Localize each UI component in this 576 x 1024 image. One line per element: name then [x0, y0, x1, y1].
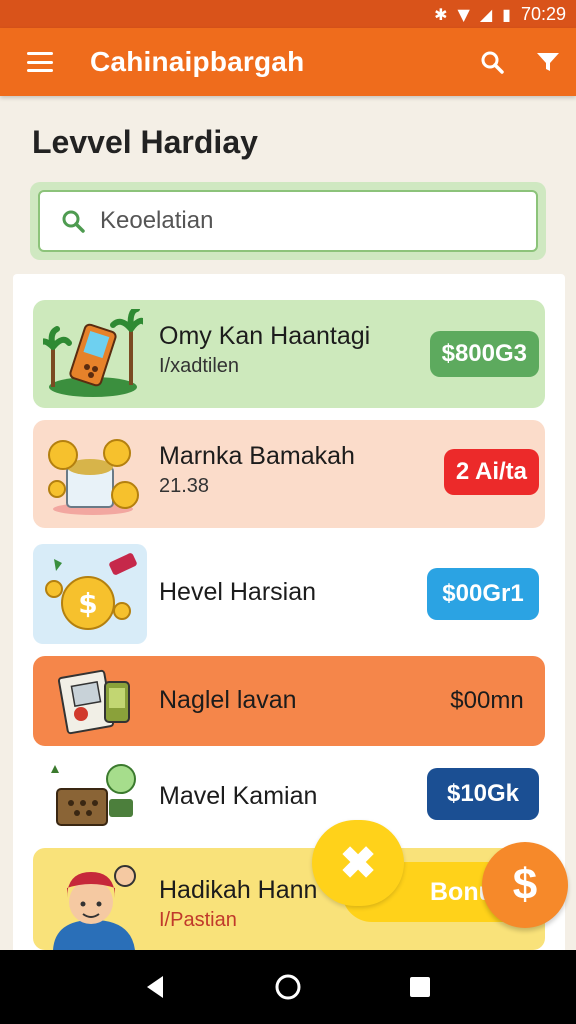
- list-item[interactable]: Naglel lavan $00mn: [33, 656, 545, 746]
- price-badge: 2 Ai/ta: [443, 449, 539, 495]
- back-icon: [147, 976, 163, 998]
- phone-island-icon: [39, 308, 147, 400]
- dollar-coin-button[interactable]: $: [482, 842, 568, 928]
- search-input[interactable]: Keoelatian: [38, 190, 538, 252]
- price-badge: $10Gk: [427, 768, 539, 820]
- list-item[interactable]: Omy Kan Haantagi I/xadtilen $800G3: [33, 300, 545, 408]
- filter-icon: [537, 53, 559, 71]
- coin-bucket-icon: [39, 428, 147, 520]
- wifi-icon: ▼: [457, 4, 470, 24]
- filter-button[interactable]: [520, 28, 576, 96]
- search-container: Keoelatian: [30, 182, 546, 260]
- system-nav-bar: [0, 950, 576, 1024]
- battery-icon: ▮: [502, 4, 511, 24]
- status-time: 70:29: [520, 3, 566, 24]
- bonus-widget[interactable]: Bonus ✖ $: [312, 820, 572, 940]
- list-item-title: Mavel Kamian: [159, 782, 318, 810]
- search-icon: [481, 51, 504, 74]
- bonus-bubble-icon: ✖: [312, 820, 404, 906]
- money-bag-icon: $: [33, 544, 147, 644]
- avatar-icon: [39, 854, 147, 950]
- list-item-subtitle: I/Pastian: [159, 909, 237, 931]
- wallet-icon: [39, 752, 147, 844]
- svg-text:$: $: [78, 587, 97, 620]
- list-item-title: Hevel Harsian: [159, 578, 317, 606]
- price-badge: $00mn: [435, 678, 539, 724]
- bluetooth-icon: ✱: [434, 4, 448, 24]
- home-icon: [275, 974, 301, 1000]
- search-text: Keoelatian: [100, 207, 214, 234]
- app-title: Cahinaipbargah: [90, 46, 305, 77]
- list-item-title: Hadikah Hann: [159, 876, 318, 904]
- book-icon: [39, 656, 147, 746]
- status-bar: ✱ ▼ ◢ ▮ 70:29: [0, 0, 576, 28]
- list-item-subtitle: 21.38: [159, 475, 210, 497]
- app-bar: Cahinaipbargah: [0, 28, 576, 96]
- recents-button[interactable]: [400, 967, 440, 1007]
- list-item-title: Naglel lavan: [159, 686, 297, 714]
- menu-icon[interactable]: [27, 52, 53, 72]
- price-badge: $00Gr1: [427, 568, 539, 620]
- search-button[interactable]: [464, 28, 520, 96]
- search-icon: [62, 210, 85, 233]
- list-item[interactable]: $ Hevel Harsian $00Gr1: [33, 540, 545, 644]
- page-title: Levvel Hardiay: [32, 124, 258, 160]
- home-button[interactable]: [268, 967, 308, 1007]
- recents-icon: [410, 977, 430, 997]
- list-item-title: Omy Kan Haantagi: [159, 322, 371, 350]
- list-item-subtitle: I/xadtilen: [159, 355, 240, 377]
- list-item-title: Marnka Bamakah: [159, 442, 355, 470]
- signal-icon: ◢: [479, 4, 493, 24]
- list-item[interactable]: Marnka Bamakah 21.38 2 Ai/ta: [33, 420, 545, 528]
- back-button[interactable]: [136, 967, 176, 1007]
- price-badge: $800G3: [429, 331, 539, 377]
